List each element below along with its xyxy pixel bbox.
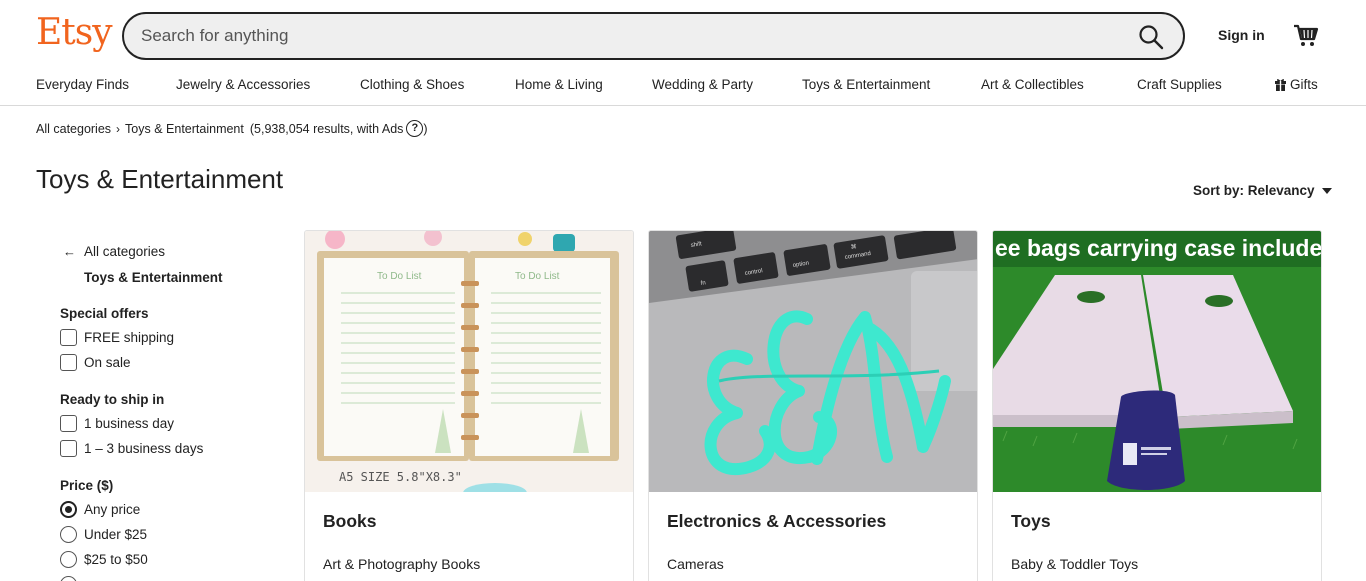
current-category: Toys & Entertainment [84, 270, 223, 285]
back-to-all-categories[interactable]: ← All categories [63, 244, 165, 259]
nav-home-living[interactable]: Home & Living [515, 77, 603, 92]
nav-craft-supplies[interactable]: Craft Supplies [1137, 77, 1222, 92]
site-header: Etsy Sign in Everyday Finds Jewelry & Ac… [0, 0, 1366, 106]
search-input[interactable] [141, 24, 1101, 48]
checkbox[interactable] [60, 415, 77, 432]
nav-gifts-label: Gifts [1290, 77, 1318, 92]
help-icon[interactable]: ? [406, 120, 424, 137]
card-image: ee bags carrying case include [993, 231, 1322, 492]
price-title: Price ($) [60, 478, 114, 493]
radio[interactable] [60, 526, 77, 543]
filter-label: Under $25 [84, 527, 148, 542]
special-offers-title: Special offers [60, 306, 149, 321]
gift-icon [1275, 79, 1286, 91]
search-icon [1139, 25, 1164, 50]
filter-label: 1 business day [84, 416, 175, 431]
filter-label: Any price [84, 502, 141, 517]
sort-dropdown[interactable]: Sort by: Relevancy [1193, 183, 1332, 198]
image-text: To Do List [377, 271, 422, 282]
back-label: All categories [84, 244, 166, 259]
nav-wedding-party[interactable]: Wedding & Party [652, 77, 753, 92]
breadcrumb-current: Toys & Entertainment [125, 121, 244, 136]
filter-1-business-day[interactable]: 1 business day [60, 415, 174, 432]
filter-label: On sale [84, 355, 131, 370]
caret-down-icon [1321, 187, 1332, 194]
category-card-books[interactable]: To Do List To Do List A5 SIZE 5.8"X8.3" … [304, 230, 634, 581]
nav-toys-entertainment[interactable]: Toys & Entertainment [802, 77, 930, 92]
card-image: shift fn control option command ⌘ [649, 231, 977, 492]
card-title: Books [323, 511, 377, 531]
card-subcategory[interactable]: Cameras [667, 556, 724, 572]
checkbox[interactable] [60, 440, 77, 457]
filter-1-3-business-days[interactable]: 1 – 3 business days [60, 440, 203, 457]
results-close-paren: ) [423, 121, 428, 136]
results-count: (5,938,054 results, with Ads [249, 121, 404, 136]
planner-image: To Do List To Do List A5 SIZE 5.8"X8.3" [305, 231, 633, 492]
price-next-option[interactable] [60, 576, 84, 581]
card-subcategory[interactable]: Baby & Toddler Toys [1011, 556, 1138, 572]
filter-free-shipping[interactable]: FREE shipping [60, 329, 174, 346]
sort-label: Sort by: Relevancy [1193, 183, 1315, 198]
laptop-monogram-image: shift fn control option command ⌘ [649, 231, 977, 492]
key-label: ⌘ [850, 243, 857, 251]
sign-in-link[interactable]: Sign in [1218, 27, 1265, 43]
radio[interactable] [60, 551, 77, 568]
filter-on-sale[interactable]: On sale [60, 354, 131, 371]
breadcrumb-root[interactable]: All categories [36, 122, 111, 136]
nav-art-collectibles[interactable]: Art & Collectibles [981, 77, 1084, 92]
nav-everyday-finds[interactable]: Everyday Finds [36, 77, 129, 92]
image-text: A5 SIZE 5.8"X8.3" [339, 470, 462, 484]
price-any[interactable]: Any price [60, 501, 140, 518]
category-card-toys[interactable]: ee bags carrying case include Toys Baby … [992, 230, 1322, 581]
checkbox[interactable] [60, 329, 77, 346]
radio-selected[interactable] [60, 501, 77, 518]
radio[interactable] [60, 576, 77, 581]
key-label: fn [700, 280, 706, 287]
search-bar[interactable] [122, 12, 1185, 60]
breadcrumb: All categories › Toys & Entertainment (5… [36, 120, 428, 137]
image-text: To Do List [515, 271, 560, 282]
cornhole-image: ee bags carrying case include [993, 231, 1322, 492]
category-nav: Everyday Finds Jewelry & Accessories Clo… [0, 76, 1366, 96]
card-image: To Do List To Do List A5 SIZE 5.8"X8.3" [305, 231, 633, 492]
search-button[interactable] [1137, 23, 1165, 51]
ready-to-ship-title: Ready to ship in [60, 392, 165, 407]
image-text: ee bags carrying case include [995, 235, 1322, 261]
etsy-logo[interactable]: Etsy [36, 12, 113, 53]
page-title: Toys & Entertainment [36, 164, 284, 194]
cart-icon [1294, 24, 1319, 46]
chevron-right-icon: › [116, 121, 121, 136]
nav-gifts[interactable]: Gifts [1275, 77, 1318, 92]
price-under-25[interactable]: Under $25 [60, 526, 147, 543]
checkbox[interactable] [60, 354, 77, 371]
card-title: Toys [1011, 511, 1051, 531]
category-card-electronics[interactable]: shift fn control option command ⌘ Electr… [648, 230, 978, 581]
filter-label: 1 – 3 business days [84, 441, 204, 456]
card-title: Electronics & Accessories [667, 511, 887, 531]
filter-label: $25 to $50 [84, 552, 148, 567]
price-25-to-50[interactable]: $25 to $50 [60, 551, 148, 568]
filter-label: FREE shipping [84, 330, 175, 345]
arrow-left-icon: ← [63, 244, 76, 259]
nav-clothing-shoes[interactable]: Clothing & Shoes [360, 77, 464, 92]
cart-button[interactable] [1292, 21, 1320, 49]
card-subcategory[interactable]: Art & Photography Books [323, 556, 480, 572]
nav-jewelry-accessories[interactable]: Jewelry & Accessories [176, 77, 310, 92]
